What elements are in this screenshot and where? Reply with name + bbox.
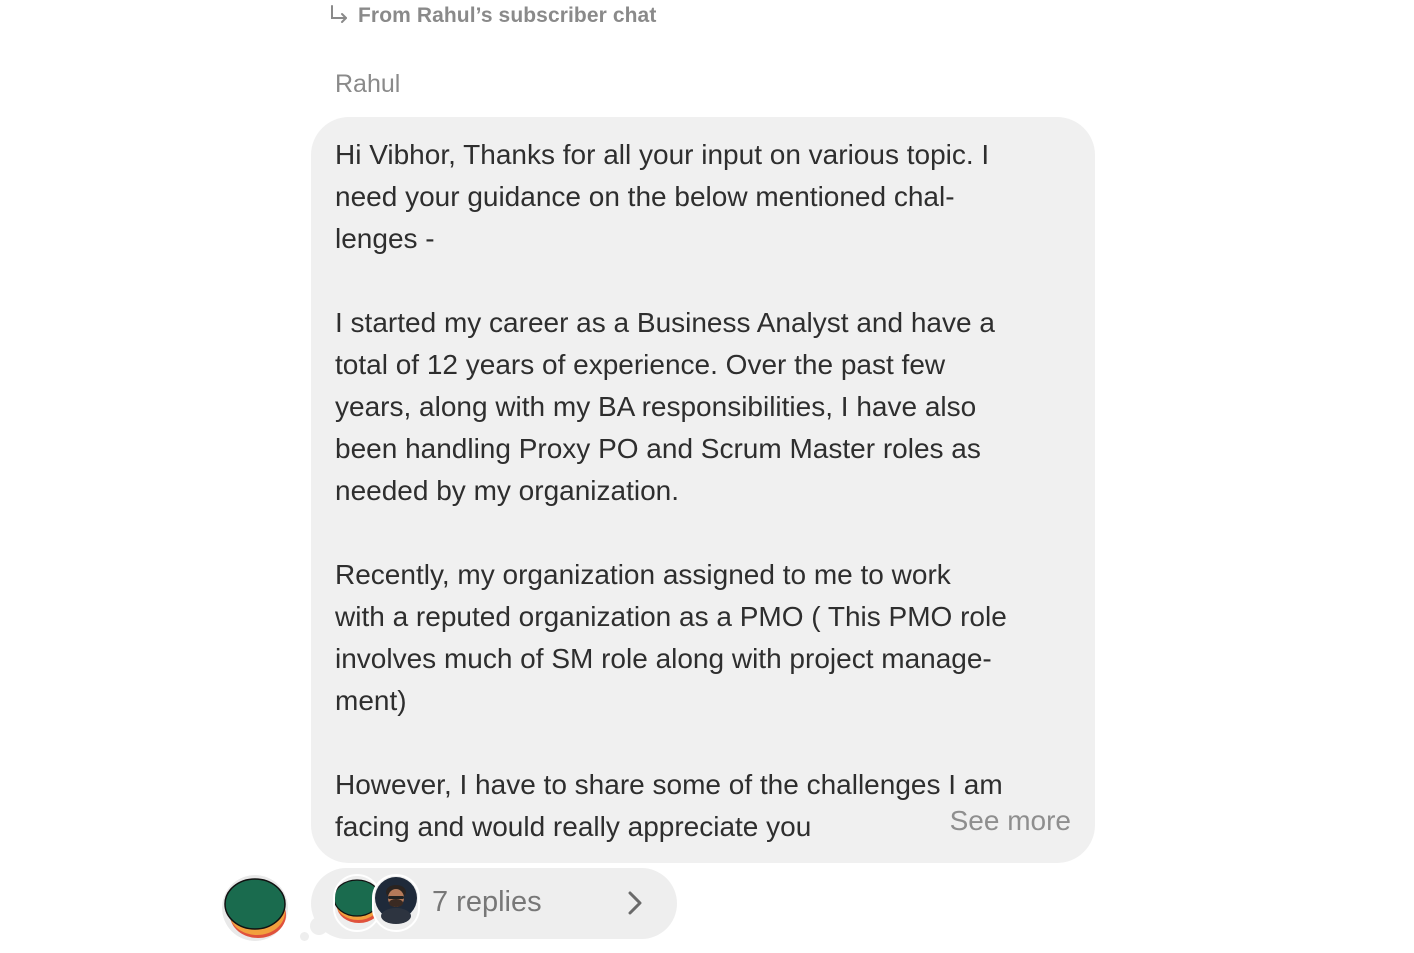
thread-replies-button[interactable]: 7 replies [311,868,677,939]
sender-avatar[interactable] [222,875,288,941]
forwarded-from-label: From Rahul’s subscriber chat [358,4,657,27]
message-text: Hi Vibhor, Thanks for all your input on … [335,134,1077,863]
message-line: ment) [335,685,407,716]
message-paragraph: Recently, my organization assigned to me… [335,554,1077,722]
message-line: lenges - [335,223,435,254]
message-paragraph: Hi Vibhor, Thanks for all your input on … [335,134,1077,260]
reply-avatar [372,874,420,932]
chevron-right-icon [627,890,643,921]
message-line: involves much of SM role along with proj… [335,643,992,674]
message-line: need your guidance on the below mentione… [335,181,955,212]
message-line: However, I have to share some of the cha… [335,769,1003,800]
sender-name: Rahul [335,70,401,98]
message-line: been handling Proxy PO and Scrum Master … [335,433,981,464]
message-line: Recently, my organization assigned to me… [335,559,951,590]
message-bubble[interactable]: Hi Vibhor, Thanks for all your input on … [311,117,1095,863]
forward-arrow-icon [328,4,350,28]
typing-tail-dot [300,932,309,941]
message-line: Hi Vibhor, Thanks for all your input on … [335,139,990,170]
message-line: with a reputed organization as a PMO ( T… [335,601,1007,632]
message-paragraph: I started my career as a Business Analys… [335,302,1077,512]
see-more-link[interactable]: See more [929,805,1071,837]
message-line: I started my career as a Business Analys… [335,307,995,338]
replies-count: 7 replies [432,886,542,918]
message-line: years, along with my BA responsibilities… [335,391,977,422]
message-line: needed by my organization. [335,475,679,506]
chat-view: From Rahul’s subscriber chat Rahul Hi Vi… [0,0,1414,953]
forwarded-from[interactable]: From Rahul’s subscriber chat [328,4,656,28]
message-line: total of 12 years of experience. Over th… [335,349,946,380]
